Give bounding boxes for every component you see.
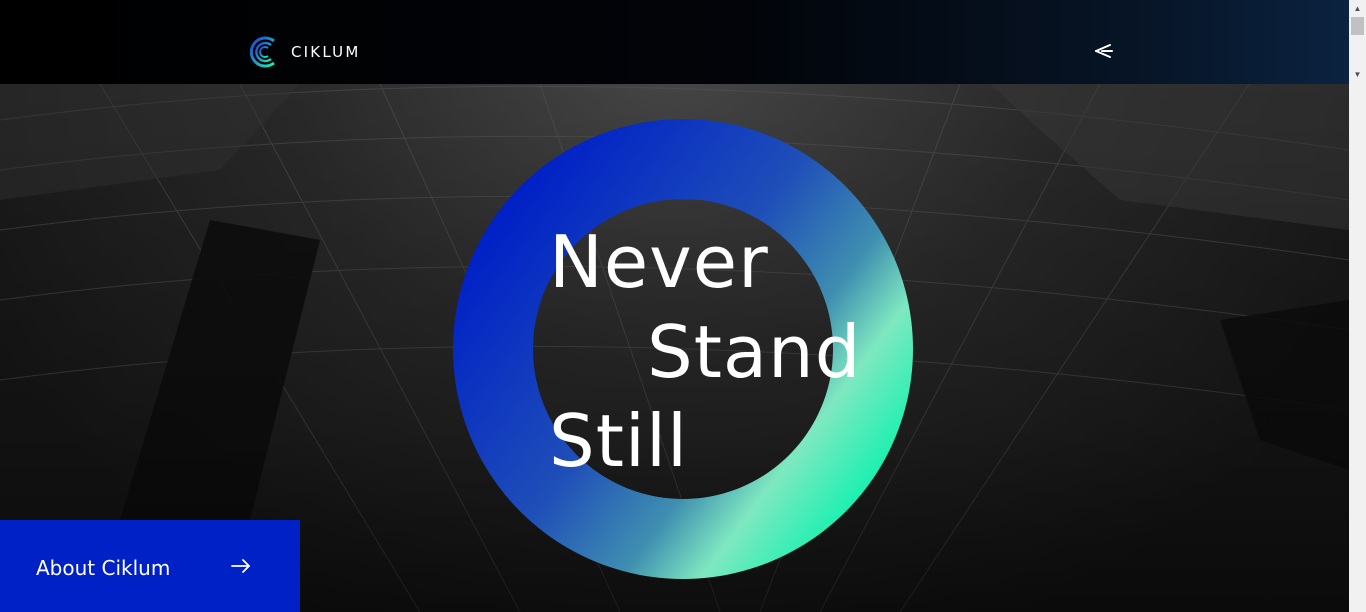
arrow-right-icon xyxy=(231,559,250,573)
headline-line-stand: Stand xyxy=(647,310,862,394)
scroll-up-icon[interactable]: ▲ xyxy=(1349,0,1366,17)
headline-line-still: Still xyxy=(549,399,688,483)
page: CIKLUM Never Stand Still About Ciklum ▲ … xyxy=(0,0,1366,612)
scroll-down-icon[interactable]: ▼ xyxy=(1349,66,1366,83)
brand-logo[interactable]: CIKLUM xyxy=(248,35,360,69)
vertical-scrollbar[interactable]: ▲ ▼ xyxy=(1349,0,1366,612)
brand-name: CIKLUM xyxy=(291,43,361,61)
menu-icon[interactable] xyxy=(1094,42,1114,60)
about-ciklum-label: About Ciklum xyxy=(36,556,171,580)
scrollbar-thumb[interactable] xyxy=(1351,17,1364,35)
headline-line-never: Never xyxy=(549,220,769,304)
ciklum-logo-icon xyxy=(249,36,275,68)
site-header: CIKLUM xyxy=(0,0,1349,84)
